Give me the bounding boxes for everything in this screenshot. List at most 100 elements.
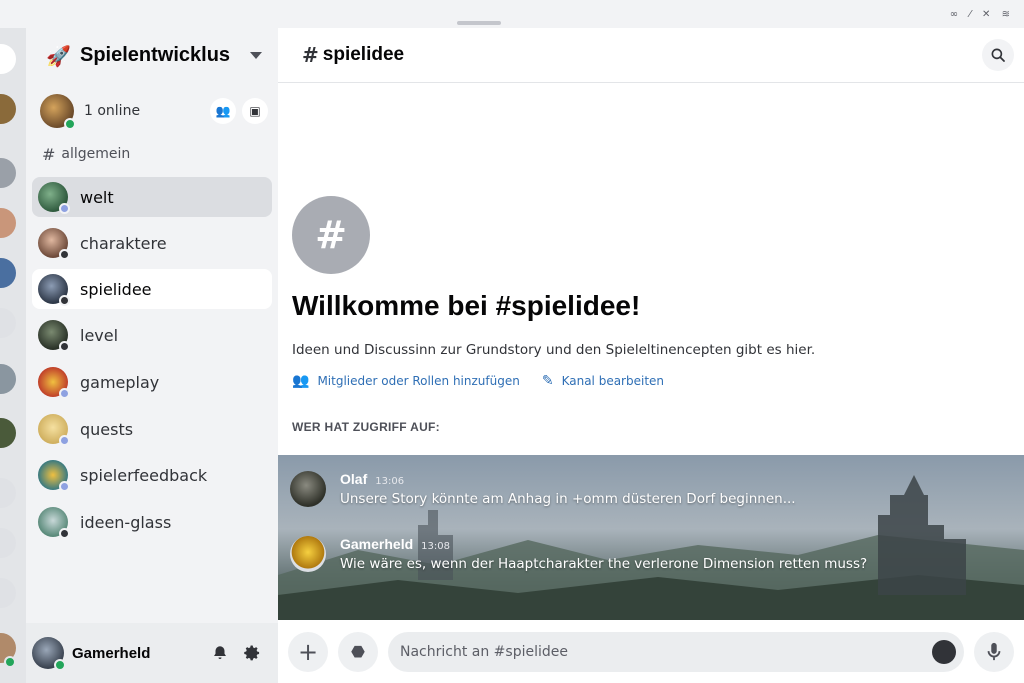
channel-sidebar: 🚀 Spielentwicklus 1 online 👥 ▣ # allgeme… [26, 28, 278, 683]
message-text: Unsere Story könnte am Anhag in +omm düs… [340, 491, 796, 507]
welcome-description: Ideen und Discussinn zur Grundstory und … [292, 342, 816, 358]
avatar[interactable] [40, 94, 76, 130]
channel-item-ideen-glass[interactable]: ideen-glass [32, 502, 272, 542]
server-icon[interactable] [0, 578, 16, 608]
message-composer: + ⬣ [278, 620, 1024, 683]
channel-avatar [38, 414, 70, 446]
system-status-icons: ∞ ⁄ ✕ ≋ [949, 9, 1014, 20]
message-meta: Olaf 13:06 [340, 471, 796, 487]
server-icon[interactable] [0, 258, 16, 288]
channel-item-spielidee[interactable]: spielidee [32, 269, 272, 309]
server-icon[interactable] [0, 478, 16, 508]
message-body: Olaf 13:06 Unsere Story könnte am Anhag … [340, 471, 796, 507]
channel-item-spielerfeedback[interactable]: spielerfeedback [32, 455, 272, 495]
channel-avatar [38, 320, 70, 352]
channel-label: ideen-glass [80, 512, 172, 532]
bell-icon[interactable] [204, 637, 236, 669]
online-status-dot [64, 118, 76, 130]
members-icon: 👥 [292, 373, 310, 389]
message-input[interactable] [400, 643, 932, 660]
username: Gamerheld [72, 644, 151, 662]
channel-item-quests[interactable]: quests [32, 409, 272, 449]
hash-icon: # [302, 43, 319, 67]
add-friend-icon[interactable]: 👥 [210, 98, 236, 124]
server-icon[interactable] [0, 308, 16, 338]
channel-badge [59, 481, 70, 492]
server-icon[interactable] [0, 528, 16, 558]
channel-avatar [38, 367, 70, 399]
server-icon[interactable] [0, 94, 16, 124]
channel-avatar [38, 274, 70, 306]
channel-avatar [38, 228, 70, 260]
channel-title: spielidee [322, 44, 405, 65]
channel-item-gameplay[interactable]: gameplay [32, 362, 272, 402]
server-rail [0, 28, 26, 683]
server-icon[interactable] [0, 208, 16, 238]
add-members-label: Mitglieder oder Rollen hinzufügen [317, 374, 520, 388]
pencil-icon: ✎ [541, 373, 554, 389]
channel-label: charaktere [80, 233, 167, 253]
server-name: Spielentwicklus [80, 44, 231, 66]
add-members-link[interactable]: 👥 Mitglieder oder Rollen hinzufügen [292, 373, 520, 389]
channel-label: spielerfeedback [80, 465, 208, 485]
welcome-actions: 👥 Mitglieder oder Rollen hinzufügen ✎ Ka… [292, 373, 664, 389]
channel-label: welt [80, 187, 114, 207]
message: Gamerheld 13:08 Wie wäre es, wenn der Ha… [290, 536, 867, 572]
welcome-title: Willkomme bei #spielidee! [292, 290, 641, 321]
channel-avatar [38, 460, 70, 492]
gear-icon[interactable] [236, 637, 268, 669]
microphone-icon[interactable] [974, 631, 1014, 672]
message-timestamp: 13:06 [375, 476, 405, 487]
channel-badge [59, 435, 70, 446]
user-panel: Gamerheld [26, 623, 278, 683]
category-header[interactable]: # allgemein [26, 139, 278, 169]
search-icon[interactable] [982, 39, 1014, 71]
avatar[interactable] [290, 471, 326, 507]
online-status-dot [4, 656, 16, 668]
channel-label: level [80, 325, 119, 345]
server-icon[interactable] [0, 364, 16, 394]
rocket-icon: 🚀 [46, 43, 71, 68]
channel-label: spielidee [80, 279, 152, 299]
hash-icon: # [42, 144, 56, 164]
message-input-box [388, 631, 964, 672]
window-handle[interactable] [457, 21, 501, 25]
channel-badge [59, 388, 70, 399]
emoji-icon[interactable] [932, 639, 956, 664]
channel-label: quests [80, 419, 134, 439]
avatar[interactable] [290, 536, 326, 572]
server-header[interactable]: 🚀 Spielentwicklus [26, 28, 278, 83]
channel-avatar [38, 507, 70, 539]
server-icon[interactable] [0, 418, 16, 448]
channel-item-welt[interactable]: welt [32, 177, 272, 217]
system-status-bar: ∞ ⁄ ✕ ≋ [0, 0, 1024, 28]
chevron-down-icon[interactable] [250, 52, 262, 59]
server-icon-home[interactable] [0, 44, 16, 74]
channel-item-level[interactable]: level [32, 315, 272, 355]
chat-background-scene: Olaf 13:06 Unsere Story könnte am Anhag … [278, 455, 1024, 620]
edit-channel-link[interactable]: ✎ Kanal bearbeiten [542, 373, 664, 389]
calendar-icon[interactable]: ▣ [242, 98, 268, 124]
channel-badge [59, 295, 70, 306]
message-text: Wie wäre es, wenn der Haaptcharakter the… [340, 556, 868, 572]
avatar[interactable] [32, 637, 66, 671]
message-author[interactable]: Gamerheld [340, 536, 413, 552]
channel-badge [59, 203, 70, 214]
message: Olaf 13:06 Unsere Story könnte am Anhag … [290, 471, 796, 507]
server-icon[interactable] [0, 158, 16, 188]
channel-avatar [38, 182, 70, 214]
channel-badge [59, 249, 70, 260]
message-timestamp: 13:08 [421, 541, 450, 552]
channel-badge [59, 528, 70, 539]
channel-badge [59, 341, 70, 352]
online-members-row: 1 online 👥 ▣ [26, 83, 278, 139]
gift-icon[interactable]: ⬣ [338, 631, 378, 672]
online-count: 1 online [84, 103, 141, 119]
message-author[interactable]: Olaf [340, 471, 367, 487]
online-status-dot [54, 659, 66, 671]
access-section-label: WER HAT ZUGRIFF AUF: [292, 420, 440, 434]
channel-hash-lock-icon: # [292, 196, 370, 274]
message-body: Gamerheld 13:08 Wie wäre es, wenn der Ha… [340, 536, 867, 572]
plus-icon[interactable]: + [288, 631, 328, 672]
channel-item-charaktere[interactable]: charaktere [32, 223, 272, 263]
